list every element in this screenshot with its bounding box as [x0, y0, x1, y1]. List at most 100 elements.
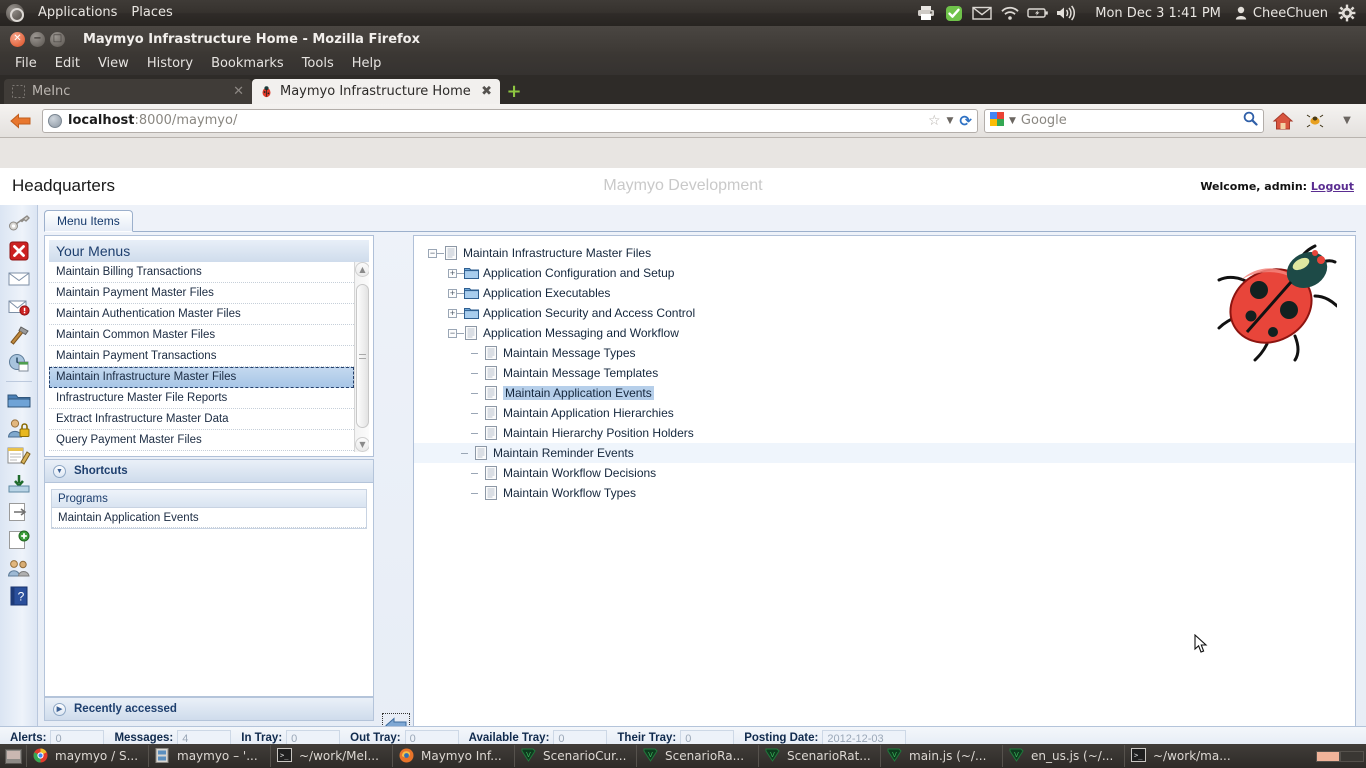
user-lock-icon[interactable] [6, 416, 32, 440]
browser-tab-meinc[interactable]: MeInc ✕ [4, 79, 252, 104]
shortcuts-header[interactable]: ▼ Shortcuts [44, 459, 374, 483]
menu-applications[interactable]: Applications [31, 0, 124, 26]
tree-node[interactable]: Maintain Workflow Types [424, 483, 1355, 503]
taskbar-button[interactable]: V main.js (~/... [880, 745, 1002, 767]
edit-form-icon[interactable] [6, 444, 32, 468]
toolbar-overflow-chevron-icon[interactable]: ▼ [1334, 107, 1360, 135]
folder-icon[interactable] [6, 388, 32, 412]
taskbar-button[interactable]: maymyo – '... [148, 745, 270, 767]
checkmark-icon[interactable] [941, 0, 967, 26]
taskbar-button[interactable]: V en_us.js (~/... [1002, 745, 1124, 767]
menu-item[interactable]: Maintain Payment Master Files [49, 283, 354, 304]
firebug-icon[interactable] [1302, 107, 1328, 135]
tree-node-selected[interactable]: Maintain Application Events [424, 383, 1355, 403]
taskbar-button[interactable]: >_ ~/work/ma... [1124, 745, 1246, 767]
search-engine-chevron-icon[interactable]: ▼ [1009, 116, 1016, 126]
chevron-down-icon[interactable]: ▼ [53, 465, 66, 478]
taskbar-button[interactable]: maymyo / S... [26, 745, 148, 767]
show-desktop-icon[interactable] [0, 744, 26, 768]
site-identity-icon[interactable] [48, 114, 62, 128]
recently-accessed-header[interactable]: ▶ Recently accessed [44, 697, 374, 721]
mail-icon[interactable] [969, 0, 995, 26]
tree-toggle-plus-icon[interactable]: + [448, 309, 457, 318]
tab-menu-items[interactable]: Menu Items [44, 210, 133, 232]
import-icon[interactable] [6, 472, 32, 496]
delete-icon[interactable] [6, 239, 32, 263]
menu-item[interactable]: Query Payment Master Files [49, 430, 354, 451]
tree-node[interactable]: Maintain Message Templates [424, 363, 1355, 383]
menu-item[interactable]: Maintain Payment Transactions [49, 346, 354, 367]
workspace-switcher[interactable] [1316, 751, 1366, 762]
url-bar[interactable]: localhost:8000/maymyo/ ☆ ▼ ⟳ [42, 109, 978, 133]
alert-mail-icon[interactable] [6, 295, 32, 319]
search-bar[interactable]: ▼ Google [984, 109, 1264, 133]
clock[interactable]: Mon Dec 3 1:41 PM [1081, 6, 1231, 21]
tree-node[interactable]: Maintain Workflow Decisions [424, 463, 1355, 483]
menu-list-scrollbar[interactable]: ▲ ▼ [354, 262, 369, 452]
menu-item[interactable]: Maintain Authentication Master Files [49, 304, 354, 325]
scroll-up-arrow-icon[interactable]: ▲ [355, 262, 369, 277]
scrollbar-thumb[interactable] [356, 284, 369, 428]
menu-item[interactable]: Extract Infrastructure Master Data [49, 409, 354, 430]
new-document-icon[interactable] [6, 528, 32, 552]
menu-item-selected[interactable]: Maintain Infrastructure Master Files [49, 367, 354, 388]
window-minimize-button[interactable]: − [30, 32, 45, 47]
browser-tab-maymyo[interactable]: Maymyo Infrastructure Home ✖ [252, 79, 500, 104]
gear-icon[interactable] [1334, 0, 1360, 26]
battery-icon[interactable] [1025, 0, 1051, 26]
shortcut-row[interactable]: Maintain Application Events [52, 508, 366, 528]
menu-places[interactable]: Places [124, 0, 179, 26]
chevron-down-icon[interactable]: ▼ [947, 116, 954, 126]
taskbar-button-active[interactable]: Maymyo Inf... [392, 745, 514, 767]
history-icon[interactable] [6, 351, 32, 375]
tree-toggle-plus-icon[interactable]: + [448, 289, 457, 298]
scroll-down-arrow-icon[interactable]: ▼ [355, 437, 369, 452]
mail-icon[interactable] [6, 267, 32, 291]
menu-edit[interactable]: Edit [46, 52, 89, 75]
window-close-button[interactable]: ✕ [10, 32, 25, 47]
new-tab-button[interactable]: + [500, 79, 528, 104]
taskbar-button[interactable]: >_ ~/work/MeI... [270, 745, 392, 767]
search-input[interactable]: Google [1021, 113, 1238, 128]
tab-close-icon[interactable]: ✖ [481, 84, 492, 99]
taskbar-button[interactable]: V ScenarioRat... [758, 745, 880, 767]
ubuntu-logo-icon[interactable] [6, 4, 24, 22]
users-icon[interactable] [6, 556, 32, 580]
reload-icon[interactable]: ⟳ [959, 112, 972, 130]
tree-node[interactable]: Maintain Application Hierarchies [424, 403, 1355, 423]
window-maximize-button[interactable]: □ [50, 32, 65, 47]
help-icon[interactable]: ? [6, 584, 32, 608]
tab-close-icon[interactable]: ✕ [233, 84, 244, 99]
logout-link[interactable]: Logout [1311, 180, 1354, 193]
back-button[interactable] [6, 107, 36, 135]
taskbar-button[interactable]: V ScenarioRa... [636, 745, 758, 767]
user-menu[interactable]: CheeChuen [1233, 6, 1332, 21]
menu-file[interactable]: File [6, 52, 46, 75]
menu-view[interactable]: View [89, 52, 138, 75]
hammer-icon[interactable] [6, 323, 32, 347]
wifi-icon[interactable] [997, 0, 1023, 26]
tree-node-hovered[interactable]: Maintain Reminder Events [414, 443, 1355, 463]
taskbar-button[interactable]: V ScenarioCur... [514, 745, 636, 767]
menu-item[interactable]: Infrastructure Master File Reports [49, 388, 354, 409]
menu-item[interactable]: Maintain Billing Transactions [49, 262, 354, 283]
workspace-2[interactable] [1340, 751, 1364, 762]
workspace-1[interactable] [1316, 751, 1340, 762]
key-icon[interactable] [6, 211, 32, 235]
menu-bookmarks[interactable]: Bookmarks [202, 52, 293, 75]
bookmark-star-icon[interactable]: ☆ [928, 113, 941, 129]
menu-tools[interactable]: Tools [293, 52, 343, 75]
home-button[interactable] [1270, 107, 1296, 135]
search-icon[interactable] [1243, 111, 1258, 130]
menu-help[interactable]: Help [343, 52, 391, 75]
menu-item[interactable]: Maintain Common Master Files [49, 325, 354, 346]
tree-toggle-minus-icon[interactable]: − [448, 329, 457, 338]
tree-toggle-plus-icon[interactable]: + [448, 269, 457, 278]
tree-toggle-minus-icon[interactable]: − [428, 249, 437, 258]
menu-history[interactable]: History [138, 52, 202, 75]
tree-node[interactable]: Maintain Hierarchy Position Holders [424, 423, 1355, 443]
printer-icon[interactable] [913, 0, 939, 26]
volume-icon[interactable] [1053, 0, 1079, 26]
chevron-right-icon[interactable]: ▶ [53, 703, 66, 716]
export-icon[interactable] [6, 500, 32, 524]
